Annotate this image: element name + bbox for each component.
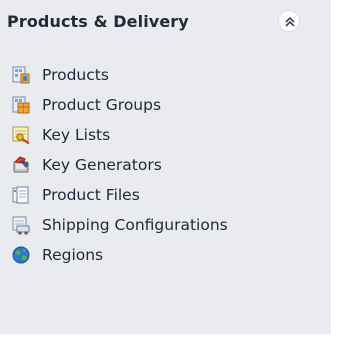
nav-item-shipping-configurations[interactable]: Shipping Configurations [0,210,331,240]
nav-item-label: Product Groups [42,96,162,114]
products-delivery-panel: Products & Delivery Products Product Gro… [0,0,331,334]
products-icon [12,66,30,84]
panel-title: Products & Delivery [7,12,189,31]
nav-item-products[interactable]: Products [0,60,331,90]
nav-item-label: Shipping Configurations [42,216,228,234]
key-lists-icon [12,126,30,145]
product-files-icon [12,186,29,204]
double-chevron-up-icon [285,16,295,27]
nav-item-product-groups[interactable]: Product Groups [0,90,331,120]
nav-item-label: Regions [42,246,104,264]
nav-item-label: Products [42,66,109,84]
nav-item-key-generators[interactable]: Key Generators [0,150,331,180]
nav-item-product-files[interactable]: Product Files [0,180,331,210]
nav-item-label: Key Lists [42,126,111,144]
panel-header: Products & Delivery [0,0,331,50]
nav-item-regions[interactable]: Regions [0,240,331,270]
product-groups-icon [12,96,30,114]
regions-icon [12,246,30,264]
key-generators-icon [13,156,29,173]
nav-item-key-lists[interactable]: Key Lists [0,120,331,150]
nav-item-label: Key Generators [42,156,162,174]
nav-item-label: Product Files [42,186,140,204]
collapse-button[interactable] [278,10,300,32]
shipping-configurations-icon [12,216,30,235]
